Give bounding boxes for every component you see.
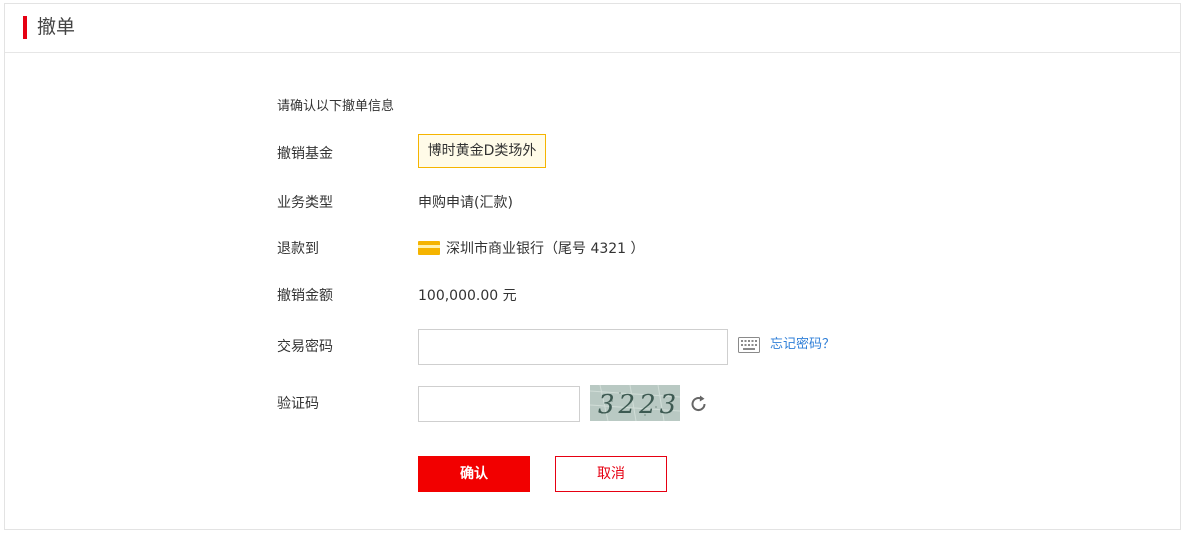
password-label: 交易密码 [277, 339, 333, 355]
captcha-input[interactable] [418, 386, 580, 422]
cancel-order-panel: 撤单 [4, 3, 1181, 530]
amount-value: 100,000.00 元 [418, 288, 517, 304]
captcha-label: 验证码 [277, 396, 319, 412]
keyboard-icon[interactable] [738, 337, 760, 353]
forgot-password-link[interactable]: 忘记密码？ [770, 335, 835, 355]
fund-name-tag: 博时黄金D类场外 [418, 134, 546, 168]
confirm-button[interactable]: 确认 [418, 456, 530, 492]
bank-card-icon [418, 241, 440, 255]
header-accent-bar [23, 16, 27, 39]
captcha-text: 3223 [598, 390, 680, 420]
panel-header: 撤单 [5, 4, 1180, 53]
password-input[interactable] [418, 329, 728, 365]
refresh-icon[interactable] [689, 394, 709, 414]
business-type-label: 业务类型 [277, 195, 333, 211]
business-type-value: 申购申请(汇款) [418, 195, 513, 211]
captcha-image[interactable]: 3223 [590, 385, 680, 421]
refund-to-label: 退款到 [277, 241, 319, 257]
refund-bank-row: 深圳市商业银行（尾号 4321 ） [418, 238, 645, 258]
amount-label: 撤销金额 [277, 288, 333, 304]
confirm-intro-text: 请确认以下撤单信息 [277, 99, 395, 114]
refund-bank-value: 深圳市商业银行（尾号 4321 ） [446, 241, 645, 257]
page-title: 撤单 [37, 16, 76, 38]
cancel-button[interactable]: 取消 [555, 456, 667, 492]
fund-label: 撤销基金 [277, 146, 333, 162]
